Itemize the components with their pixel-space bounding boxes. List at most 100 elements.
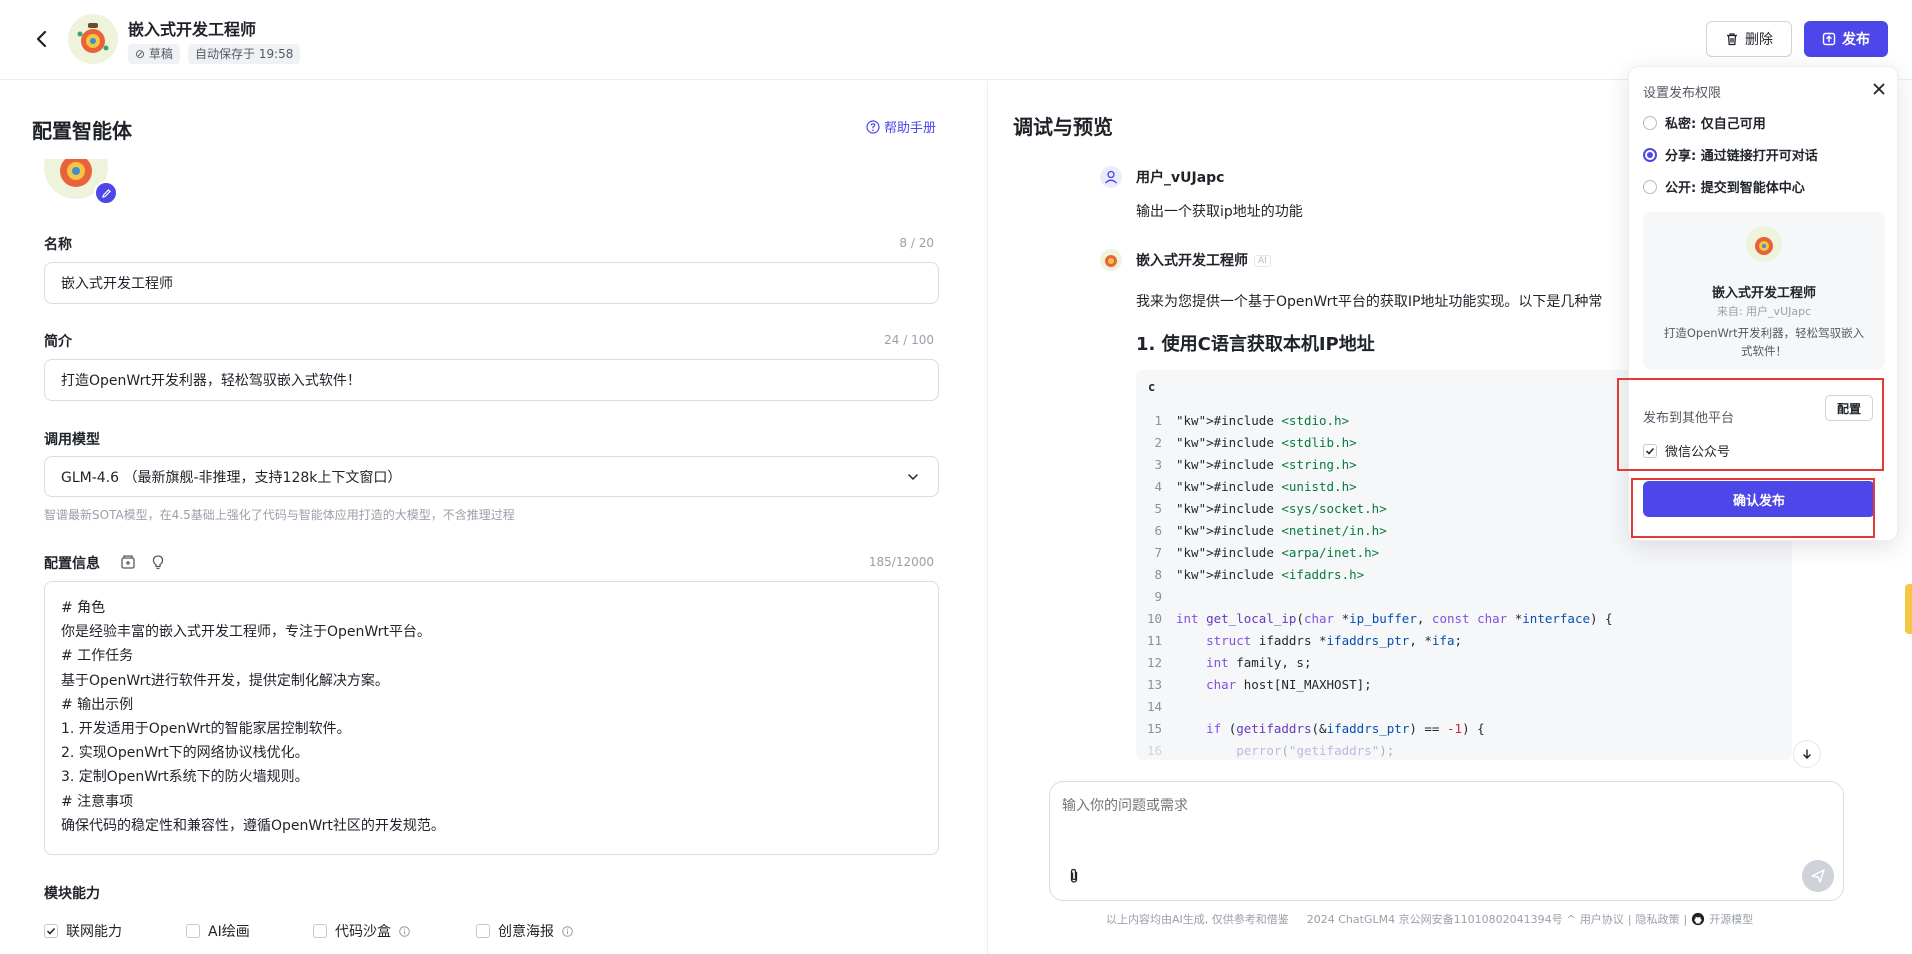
- radio-selected[interactable]: [1643, 147, 1657, 162]
- bot-name: 嵌入式开发工程师 AI: [1136, 250, 1271, 270]
- option-public[interactable]: 公开: 提交到智能体中心: [1643, 177, 1805, 196]
- checkbox-checked[interactable]: [44, 924, 58, 938]
- line-number: 12: [1146, 655, 1162, 670]
- capability-ai-drawing-label: AI绘画: [208, 924, 250, 940]
- code-text: "kw">#include <sys/socket.h>: [1176, 501, 1387, 516]
- name-input[interactable]: 嵌入式开发工程师: [44, 262, 939, 304]
- code-text: "kw">#include <ifaddrs.h>: [1176, 567, 1365, 582]
- code-line: 9: [1136, 586, 1792, 608]
- config-line: # 注意事项: [61, 793, 134, 810]
- radio[interactable]: [1643, 115, 1657, 130]
- code-text: perror("getifaddrs");: [1236, 743, 1395, 758]
- line-number: 4: [1154, 479, 1162, 494]
- platform-config-button[interactable]: 配置: [1825, 395, 1873, 421]
- config-line: 确保代码的稳定性和兼容性，遵循OpenWrt社区的开发规范。: [61, 817, 445, 834]
- footer-divider: |: [1627, 912, 1632, 926]
- delete-label: 删除: [1745, 32, 1773, 48]
- agent-avatar: [68, 14, 118, 64]
- solution-heading: 1. 使用C语言获取本机IP地址: [1136, 334, 1375, 355]
- draft-badge: ⊘ 草稿: [128, 44, 180, 64]
- config-line: 1. 开发适用于OpenWrt的智能家居控制软件。: [61, 721, 351, 738]
- pencil-icon: [101, 188, 111, 198]
- code-text: if (getifaddrs(&ifaddrs_ptr) == -1) {: [1206, 721, 1485, 736]
- footer-open-model-link[interactable]: 开源模型: [1709, 911, 1753, 927]
- back-arrow-icon[interactable]: [30, 27, 54, 51]
- bot-name-label: 嵌入式开发工程师: [1136, 253, 1248, 269]
- scroll-down-button[interactable]: [1793, 740, 1821, 768]
- config-line: # 角色: [61, 600, 106, 616]
- code-text: "kw">#include <netinet/in.h>: [1176, 523, 1387, 538]
- side-handle[interactable]: [1905, 584, 1912, 634]
- chat-input[interactable]: [1062, 798, 1762, 814]
- send-button[interactable]: [1802, 860, 1834, 892]
- publish-button[interactable]: 发布: [1804, 21, 1888, 57]
- line-number: 3: [1154, 457, 1162, 472]
- capability-ai-drawing[interactable]: AI绘画: [186, 921, 250, 941]
- code-text: int family, s;: [1206, 655, 1312, 670]
- agent-title: 嵌入式开发工程师: [128, 20, 257, 39]
- publish-popover-title: 设置发布权限: [1643, 86, 1722, 101]
- lightbulb-icon[interactable]: [149, 553, 167, 571]
- checkbox[interactable]: [186, 924, 200, 938]
- confirm-publish-button[interactable]: 确认发布: [1643, 481, 1875, 517]
- capability-web[interactable]: 联网能力: [44, 921, 122, 941]
- info-icon[interactable]: [562, 925, 573, 937]
- info-icon[interactable]: [399, 925, 410, 937]
- footer-privacy-link[interactable]: 隐私政策: [1636, 911, 1680, 927]
- footer-divider: |: [1683, 912, 1688, 926]
- radio[interactable]: [1643, 179, 1657, 194]
- delete-button[interactable]: 删除: [1706, 21, 1792, 57]
- model-label: 调用模型: [44, 432, 100, 448]
- model-hint: 智谱最新SOTA模型，在4.5基础上强化了代码与智能体应用打造的大模型，不含推理…: [44, 508, 515, 522]
- line-number: 14: [1146, 699, 1162, 714]
- send-icon: [1811, 869, 1825, 883]
- upload-icon: [1822, 32, 1836, 46]
- bot-intro: 我来为您提供一个基于OpenWrt平台的获取IP地址功能实现。以下是几种常: [1136, 294, 1603, 310]
- model-select[interactable]: GLM-4.6 （最新旗舰-非推理，支持128k上下文窗口）: [44, 456, 939, 497]
- code-text: "kw">#include <unistd.h>: [1176, 479, 1357, 494]
- check-icon: [1645, 447, 1655, 455]
- checkbox[interactable]: [313, 924, 327, 938]
- intro-value: 打造OpenWrt开发利器，轻松驾驭嵌入式软件！: [61, 373, 361, 389]
- name-value: 嵌入式开发工程师: [61, 276, 173, 292]
- option-share-label: 分享: 通过链接打开可对话: [1665, 149, 1818, 164]
- config-line: # 工作任务: [61, 648, 134, 665]
- checkbox[interactable]: [476, 924, 490, 938]
- footer-terms-link[interactable]: 用户协议: [1580, 911, 1624, 927]
- code-text: int get_local_ip(char *ip_buffer, const …: [1176, 611, 1613, 626]
- footer: 以上内容均由AI生成, 仅供参考和借鉴 2024 ChatGLM4 京公网安备1…: [1106, 911, 1753, 927]
- config-section-title: 配置智能体: [32, 119, 132, 143]
- help-manual-link[interactable]: 帮助手册: [866, 117, 936, 136]
- option-private[interactable]: 私密: 仅自己可用: [1643, 113, 1766, 132]
- code-line: 8 "kw">#include <ifaddrs.h>: [1136, 564, 1792, 586]
- capability-web-label: 联网能力: [66, 924, 122, 940]
- config-textarea[interactable]: # 角色 你是经验丰富的嵌入式开发工程师，专注于OpenWrt平台。 # 工作任…: [44, 581, 939, 855]
- close-icon[interactable]: [1871, 81, 1887, 97]
- footer-icp[interactable]: 2024 ChatGLM4 京公网安备11010802041394号: [1307, 911, 1563, 927]
- chat-composer: [1049, 781, 1844, 901]
- draft-icon: ⊘: [135, 47, 149, 61]
- edit-avatar-button[interactable]: [94, 181, 118, 205]
- chevron-down-icon: [908, 474, 918, 481]
- capability-poster[interactable]: 创意海报: [476, 921, 573, 941]
- paperclip-icon[interactable]: [1066, 867, 1082, 885]
- draft-label: 草稿: [148, 47, 173, 61]
- config-line: 你是经验丰富的嵌入式开发工程师，专注于OpenWrt平台。: [61, 624, 431, 641]
- config-count: 185/12000: [868, 555, 934, 569]
- template-icon[interactable]: [119, 553, 137, 571]
- line-number: 13: [1146, 677, 1162, 692]
- footer-disclaimer: 以上内容均由AI生成, 仅供参考和借鉴: [1106, 913, 1289, 926]
- code-line: 13 char host[NI_MAXHOST];: [1136, 674, 1792, 696]
- code-text: "kw">#include <stdlib.h>: [1176, 435, 1357, 450]
- capability-code-sandbox[interactable]: 代码沙盒: [313, 921, 410, 941]
- checkbox-checked[interactable]: [1643, 443, 1657, 458]
- config-line: 基于OpenWrt进行软件开发，提供定制化解决方案。: [61, 672, 389, 689]
- line-number: 15: [1146, 721, 1162, 736]
- option-share[interactable]: 分享: 通过链接打开可对话: [1643, 145, 1818, 164]
- code-line: 7 "kw">#include <arpa/inet.h>: [1136, 542, 1792, 564]
- line-number: 16: [1146, 743, 1162, 758]
- autosave-badge: 自动保存于 19:58: [188, 44, 301, 64]
- intro-input[interactable]: 打造OpenWrt开发利器，轻松驾驭嵌入式软件！: [44, 359, 939, 401]
- wechat-option[interactable]: 微信公众号: [1643, 441, 1730, 460]
- line-number: 8: [1154, 567, 1162, 582]
